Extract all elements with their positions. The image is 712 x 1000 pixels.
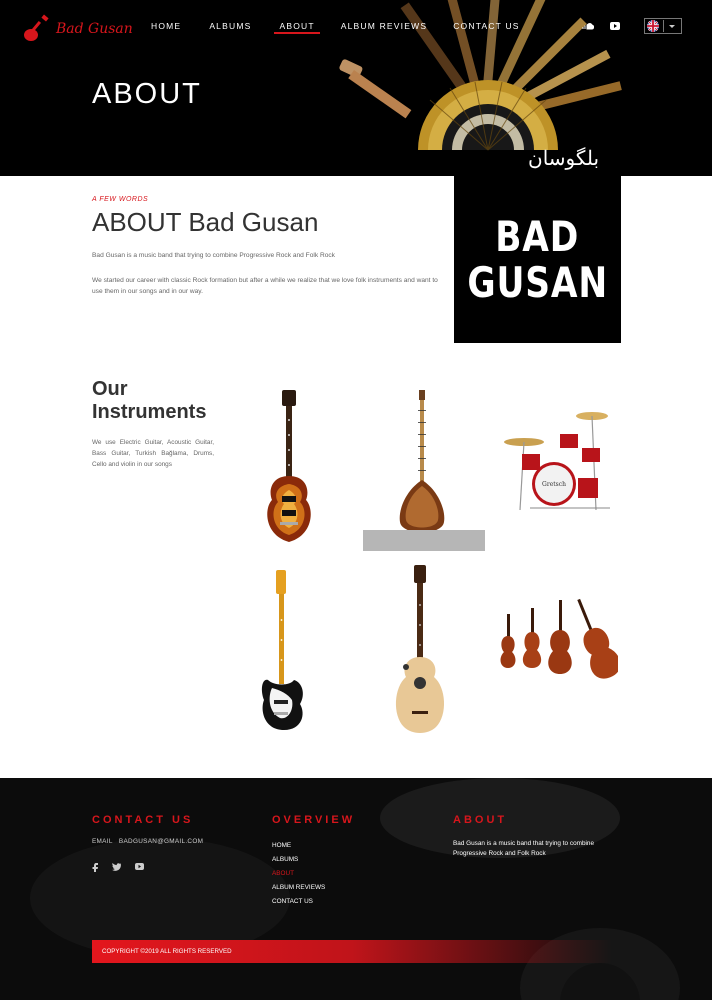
lang-divider	[663, 20, 664, 32]
nav-home[interactable]: HOME	[140, 20, 192, 34]
footer-link-about[interactable]: ABOUT	[272, 867, 325, 881]
footer-contact-heading: CONTACT US	[92, 814, 194, 826]
site-logo[interactable]: Bad Gusan	[22, 14, 133, 44]
facebook-icon[interactable]	[92, 863, 98, 872]
header-social	[582, 22, 620, 30]
nav-about[interactable]: ABOUT	[268, 20, 325, 34]
chevron-down-icon	[669, 24, 675, 28]
footer-about-heading: ABOUT	[453, 814, 508, 826]
acoustic-guitar-image[interactable]	[392, 565, 448, 737]
hero-header: Bad Gusan HOME ALBUMS ABOUT ALBUM REVIEW…	[0, 0, 712, 176]
svg-text:Gretsch: Gretsch	[542, 481, 566, 488]
about-paragraph-2: We started our career with classic Rock …	[92, 277, 438, 295]
band-logo-box: BAD GUSAN	[454, 176, 621, 343]
copyright-bar: Copyright ©2019 ALL RIGHTS RESERVED	[92, 940, 612, 963]
drum-kit-image[interactable]: Gretsch	[500, 404, 618, 516]
band-logo-line-2: GUSAN	[467, 257, 608, 307]
youtube-icon[interactable]	[610, 22, 620, 30]
electric-guitar-image[interactable]	[262, 390, 318, 544]
main-nav: HOME ALBUMS ABOUT ALBUM REVIEWS CONTACT …	[140, 20, 531, 34]
instruments-title-line-2: Instruments	[92, 401, 207, 423]
about-kicker: A FEW WORDS	[92, 196, 149, 203]
footer-email-link[interactable]: BADGUSAN@GMAIL.COM	[119, 838, 203, 845]
band-logo-line-1: BAD	[495, 211, 580, 261]
footer-overview-heading: OVERVIEW	[272, 814, 356, 826]
soundcloud-icon[interactable]	[582, 22, 594, 30]
footer-link-home[interactable]: HOME	[272, 839, 325, 853]
bass-guitar-image[interactable]	[258, 570, 308, 732]
nav-album-reviews[interactable]: ALBUM REVIEWS	[330, 20, 438, 34]
baglama-image[interactable]	[392, 390, 452, 542]
language-selector[interactable]	[644, 18, 682, 34]
page-title: ABOUT	[92, 78, 202, 110]
twitter-icon[interactable]	[112, 863, 121, 871]
copyright-text: Copyright ©2019 ALL RIGHTS RESERVED	[102, 948, 232, 955]
nav-contact-us[interactable]: CONTACT US	[442, 20, 530, 34]
footer-background-image	[30, 778, 680, 1000]
footer-link-album-reviews[interactable]: ALBUM REVIEWS	[272, 881, 325, 895]
footer-links: HOME ALBUMS ABOUT ALBUM REVIEWS CONTACT …	[272, 839, 325, 909]
youtube-icon[interactable]	[135, 863, 144, 870]
footer-link-albums[interactable]: ALBUMS	[272, 853, 325, 867]
footer-link-contact-us[interactable]: CONTACT US	[272, 895, 325, 909]
image-placeholder-bar	[363, 530, 485, 551]
nav-albums[interactable]: ALBUMS	[198, 20, 262, 34]
about-title: ABOUT Bad Gusan	[92, 207, 319, 237]
instruments-title-line-1: Our	[92, 378, 128, 400]
uk-flag-icon	[647, 20, 659, 32]
violin-family-image[interactable]	[496, 596, 618, 684]
instruments-description: We use Electric Guitar, Acoustic Guitar,…	[92, 439, 214, 468]
footer-social	[92, 863, 144, 872]
about-section: A FEW WORDS ABOUT Bad Gusan Bad Gusan is…	[92, 196, 442, 297]
instruments-title: Our Instruments	[92, 378, 242, 424]
hero-script-text: بلگوسان	[528, 146, 600, 170]
footer-about-text: Bad Gusan is a music band that trying to…	[453, 840, 595, 857]
site-footer: CONTACT US EMAIL BADGUSAN@GMAIL.COM OVER…	[0, 778, 712, 1000]
footer-email-label: EMAIL	[92, 838, 113, 845]
guitar-logo-icon	[24, 14, 49, 41]
about-paragraph-1: Bad Gusan is a music band that trying to…	[92, 252, 335, 259]
logo-text: Bad Gusan	[56, 21, 133, 37]
footer-email: EMAIL BADGUSAN@GMAIL.COM	[92, 838, 203, 845]
